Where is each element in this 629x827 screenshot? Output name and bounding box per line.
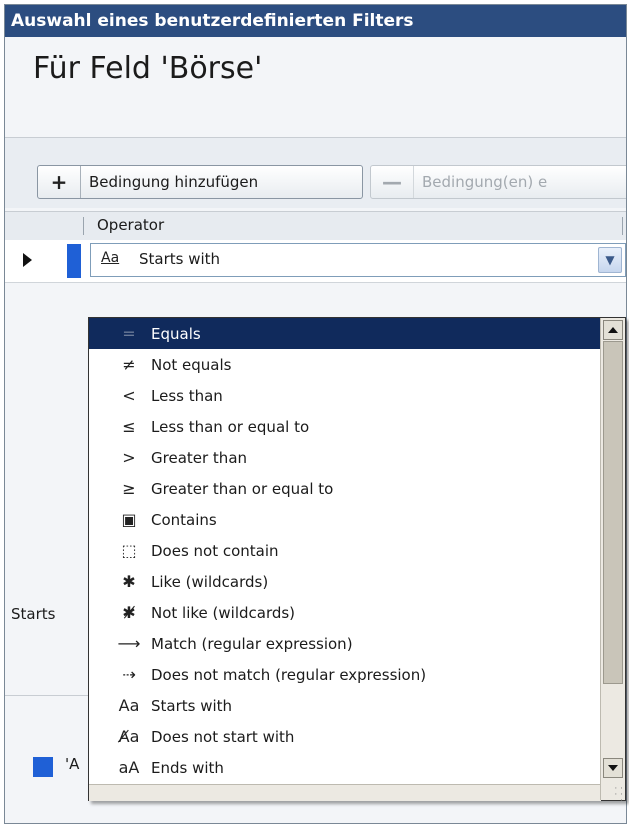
operator-option-label: Does not start with [151,727,295,746]
less-equal-icon: ≤ [122,417,136,436]
equals-icon: = [122,324,136,343]
less-than-icon: < [122,386,136,405]
page-title: Für Feld 'Börse' [33,51,263,86]
operator-option-label: Does not match (regular expression) [151,665,427,684]
starts-with-icon: Aa [118,696,140,715]
toolbar: + Bedingung hinzufügen — Bedingung(en) e [5,138,626,208]
not-starts-with-icon: A̸a [118,727,140,746]
operator-option[interactable]: < Less than [89,380,601,411]
row-indicator-icon [23,253,32,267]
contains-icon: ▣ [121,510,137,529]
operator-option-label: Less than or equal to [151,417,310,436]
ends-with-icon: aA [118,758,140,777]
operator-option[interactable]: > Greater than [89,442,601,473]
operator-value: Starts with [139,250,221,268]
condition-row[interactable]: Aa Starts with ▼ [5,240,626,283]
operator-option[interactable]: ✱ Like (wildcards) [89,566,601,597]
scroll-down-icon[interactable] [603,758,623,778]
add-condition-label: Bedingung hinzufügen [89,173,259,191]
window-title: Auswahl eines benutzerdefinierten Filter… [5,5,626,37]
column-divider [83,217,84,235]
operator-option-label: Ends with [151,758,224,777]
operator-option-label: Contains [151,510,217,529]
column-header-operator[interactable]: Operator [97,216,164,234]
operator-option[interactable]: ≤ Less than or equal to [89,411,601,442]
operator-list: = Equals ≠ Not equals < Less than ≤ Less than o… [89,318,601,784]
scroll-up-icon[interactable] [603,320,623,340]
operator-option[interactable]: Aa Starts with [89,690,601,721]
scroll-thumb[interactable] [603,341,623,684]
operator-option[interactable]: ⬚ Does not contain [89,535,601,566]
match-icon: ⟶ [117,634,141,653]
operator-option[interactable]: ≠ Not equals [89,349,601,380]
operator-option-label: Starts with [151,696,233,715]
operator-option-label: Greater than or equal to [151,479,334,498]
divider [5,695,95,696]
operator-option[interactable]: ✱̸ Not like (wildcards) [89,597,601,628]
operator-option[interactable]: ▣ Contains [89,504,601,535]
operator-option-label: Not like (wildcards) [151,603,296,622]
operator-option-label: Less than [151,386,223,405]
operator-option-label: Not equals [151,355,232,374]
list-footer [89,784,601,801]
greater-than-icon: > [122,448,136,467]
resize-grip-icon[interactable]: · · · · · [609,785,623,806]
row-color-marker [67,244,81,278]
operator-option[interactable]: A̸a Does not start with [89,721,601,752]
header-area: Für Feld 'Börse' [5,37,626,137]
not-equals-icon: ≠ [122,355,136,374]
operator-dropdown-list[interactable]: = Equals ≠ Not equals < Less than ≤ Less than o… [88,317,626,806]
operator-option[interactable]: aA Ends with [89,752,601,783]
minus-icon: — [371,166,414,198]
operator-option-label: Match (regular expression) [151,634,353,653]
chevron-down-icon[interactable]: ▼ [598,247,622,273]
not-contains-icon: ⬚ [121,541,137,560]
background-label: Starts [11,605,56,623]
operator-option[interactable]: ⟶ Match (regular expression) [89,628,601,659]
add-condition-button[interactable]: + Bedingung hinzufügen [37,165,363,199]
scrollbar[interactable] [600,318,625,800]
column-divider [622,217,623,235]
operator-combobox[interactable]: Aa Starts with ▼ [90,243,626,277]
operator-option[interactable]: ⇢ Does not match (regular expression) [89,659,601,690]
operator-option-label: Greater than [151,448,248,467]
background-text: 'A [65,755,80,773]
not-like-icon: ✱̸ [122,603,136,622]
greater-equal-icon: ≥ [122,479,136,498]
not-match-icon: ⇢ [122,665,136,684]
operator-option-label: Like (wildcards) [151,572,269,591]
remove-condition-button[interactable]: — Bedingung(en) e [370,165,626,199]
color-swatch [33,757,53,777]
operator-option-label: Equals [151,324,201,343]
remove-condition-label: Bedingung(en) e [422,173,548,191]
operator-option[interactable]: = Equals [89,318,601,349]
operator-option[interactable]: ≥ Greater than or equal to [89,473,601,504]
starts-with-icon: Aa [101,250,120,266]
like-icon: ✱ [122,572,136,591]
grid-header: Operator [5,211,626,241]
operator-option-label: Does not contain [151,541,279,560]
plus-icon: + [38,166,81,198]
